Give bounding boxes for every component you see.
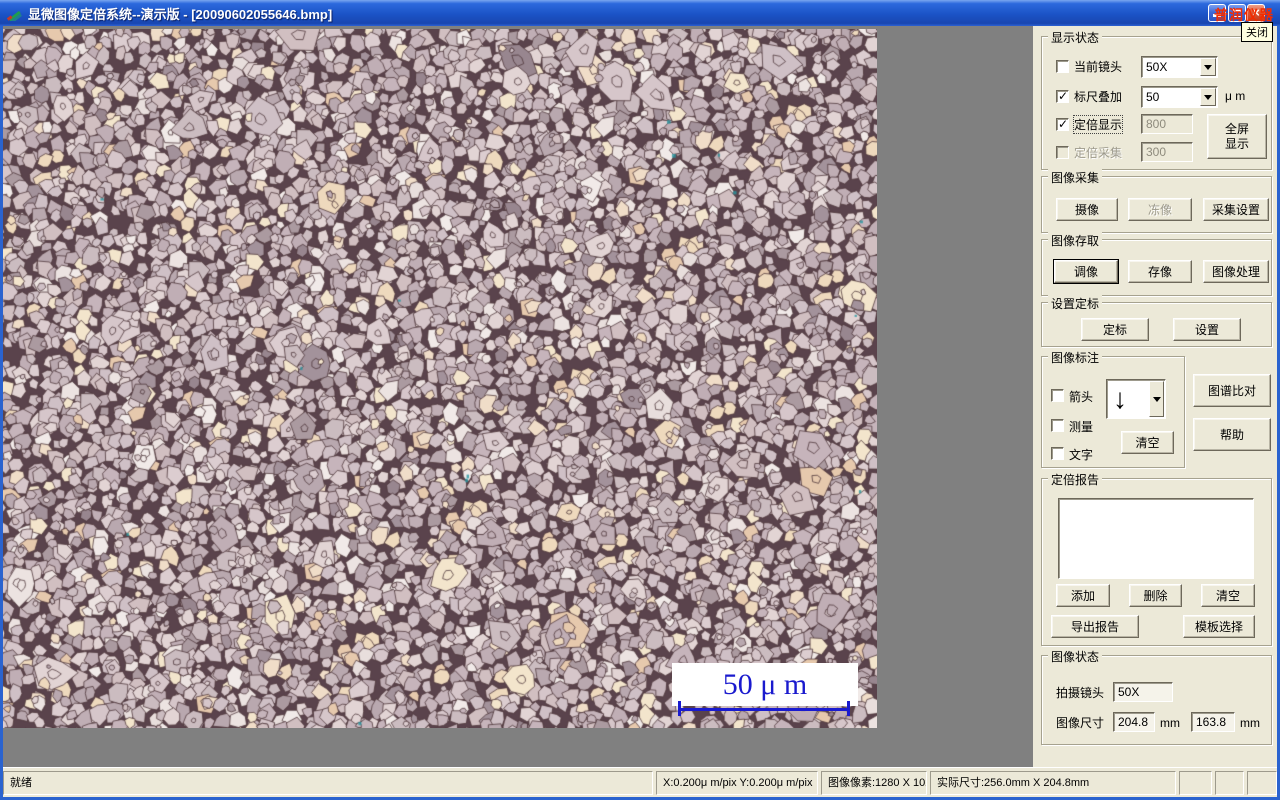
load-image-button[interactable]: 调像 bbox=[1053, 259, 1119, 284]
fullscreen-button-line1: 全屏 bbox=[1224, 121, 1249, 136]
arrow-style-combo[interactable]: ↓ bbox=[1106, 379, 1166, 419]
image-height-field: 163.8 bbox=[1191, 712, 1235, 732]
arrow-style-icon: ↓ bbox=[1113, 383, 1127, 414]
status-empty-1 bbox=[1179, 771, 1212, 795]
app-icon bbox=[7, 10, 22, 21]
group-title: 图像状态 bbox=[1048, 648, 1103, 665]
scale-bar-label: 50 μ m bbox=[672, 663, 858, 706]
group-title: 显示状态 bbox=[1048, 29, 1103, 46]
fixed-display-checkbox[interactable] bbox=[1056, 117, 1069, 131]
capture-settings-button[interactable]: 采集设置 bbox=[1203, 198, 1269, 221]
app-window: 显微图像定倍系统--演示版 - [20090602055646.bmp] × 普… bbox=[0, 0, 1280, 800]
close-tooltip: 关闭 bbox=[1241, 22, 1273, 42]
chevron-down-icon bbox=[1152, 396, 1161, 402]
current-lens-dropdown-button[interactable] bbox=[1200, 58, 1216, 76]
freeze-button: 冻像 bbox=[1128, 198, 1192, 221]
report-add-button[interactable]: 添加 bbox=[1056, 584, 1110, 607]
window-title: 显微图像定倍系统--演示版 - [20090602055646.bmp] bbox=[28, 7, 333, 22]
scale-bar-tick-left bbox=[678, 701, 681, 716]
fixed-display-label: 定倍显示 bbox=[1072, 115, 1124, 134]
chevron-down-icon bbox=[1204, 64, 1212, 70]
scale-value: 50 bbox=[1146, 90, 1160, 104]
template-select-button[interactable]: 模板选择 bbox=[1183, 615, 1255, 638]
current-lens-value: 50X bbox=[1146, 60, 1168, 74]
fixed-capture-checkbox bbox=[1056, 146, 1069, 159]
current-lens-combo[interactable]: 50X bbox=[1141, 56, 1218, 78]
image-width-field: 204.8 bbox=[1113, 712, 1155, 732]
group-title: 图像标注 bbox=[1048, 349, 1103, 366]
text-checkbox[interactable] bbox=[1051, 447, 1064, 460]
fixed-display-field: 800 bbox=[1141, 114, 1193, 134]
save-image-button[interactable]: 存像 bbox=[1128, 260, 1192, 283]
restore-icon bbox=[1233, 9, 1242, 17]
restore-button[interactable] bbox=[1228, 4, 1246, 22]
settings-button[interactable]: 设置 bbox=[1173, 318, 1241, 341]
lens-label: 拍摄镜头 bbox=[1056, 686, 1105, 700]
annotation-clear-button[interactable]: 清空 bbox=[1121, 431, 1174, 454]
title-bar: 显微图像定倍系统--演示版 - [20090602055646.bmp] × bbox=[0, 0, 1280, 26]
micrograph-area[interactable]: 50 μ m bbox=[3, 29, 877, 728]
micrograph-image[interactable] bbox=[3, 29, 877, 728]
status-bar: 就绪 X:0.200μ m/pix Y:0.200μ m/pix 图像像素:12… bbox=[3, 767, 1277, 797]
scale-overlay-checkbox[interactable] bbox=[1056, 89, 1069, 103]
fullscreen-button-line2: 显示 bbox=[1224, 136, 1249, 151]
width-unit-label: mm bbox=[1160, 716, 1180, 730]
status-empty-2 bbox=[1215, 771, 1244, 795]
scale-unit-label: μ m bbox=[1225, 89, 1246, 103]
scale-dropdown-button[interactable] bbox=[1200, 88, 1216, 106]
status-image-pixels: 图像像素:1280 X 1024 bbox=[821, 771, 927, 795]
control-panel: 显示状态 当前镜头 50X 标尺叠加 50 μ m 定倍显示 800 定倍采 bbox=[1033, 26, 1277, 767]
fixed-capture-label: 定倍采集 bbox=[1074, 146, 1123, 160]
report-clear-button[interactable]: 清空 bbox=[1201, 584, 1255, 607]
status-ready: 就绪 bbox=[3, 771, 653, 795]
arrow-label: 箭头 bbox=[1069, 390, 1094, 404]
text-label: 文字 bbox=[1069, 448, 1094, 462]
group-storage: 图像存取 调像 存像 图像处理 bbox=[1041, 232, 1272, 296]
arrow-checkbox[interactable] bbox=[1051, 389, 1064, 402]
report-listbox[interactable] bbox=[1058, 498, 1254, 579]
group-title: 图像采集 bbox=[1048, 169, 1103, 186]
group-calibration: 设置定标 定标 设置 bbox=[1041, 295, 1272, 347]
fullscreen-button[interactable]: 全屏 显示 bbox=[1207, 114, 1267, 159]
group-display-status: 显示状态 当前镜头 50X 标尺叠加 50 μ m 定倍显示 800 定倍采 bbox=[1041, 29, 1272, 170]
group-title: 设置定标 bbox=[1048, 295, 1103, 312]
scale-value-combo[interactable]: 50 bbox=[1141, 86, 1218, 108]
minimize-icon bbox=[1213, 14, 1221, 17]
minimize-button[interactable] bbox=[1208, 4, 1226, 22]
group-title: 图像存取 bbox=[1048, 232, 1103, 249]
export-report-button[interactable]: 导出报告 bbox=[1051, 615, 1139, 638]
close-button[interactable]: × bbox=[1247, 4, 1265, 22]
current-lens-checkbox[interactable] bbox=[1056, 60, 1069, 73]
close-icon: × bbox=[1252, 5, 1260, 20]
image-processing-button[interactable]: 图像处理 bbox=[1203, 260, 1269, 283]
image-size-label: 图像尺寸 bbox=[1056, 716, 1105, 730]
chevron-down-icon bbox=[1204, 94, 1212, 100]
group-title: 定倍报告 bbox=[1048, 471, 1103, 488]
status-pixel-scale: X:0.200μ m/pix Y:0.200μ m/pix bbox=[656, 771, 818, 795]
measure-label: 测量 bbox=[1069, 420, 1094, 434]
capture-button[interactable]: 摄像 bbox=[1056, 198, 1118, 221]
fixed-capture-field: 300 bbox=[1141, 142, 1193, 162]
group-annotation: 图像标注 箭头 ↓ 测量 清空 文字 bbox=[1041, 349, 1185, 468]
group-image-status: 图像状态 拍摄镜头 50X 图像尺寸 204.8 mm 163.8 mm bbox=[1041, 648, 1272, 745]
calibrate-button[interactable]: 定标 bbox=[1081, 318, 1149, 341]
current-lens-label: 当前镜头 bbox=[1074, 60, 1123, 74]
help-button[interactable]: 帮助 bbox=[1193, 418, 1271, 451]
group-report: 定倍报告 添加 删除 清空 导出报告 模板选择 bbox=[1041, 471, 1272, 646]
arrow-style-dropdown-button[interactable] bbox=[1149, 381, 1164, 417]
report-delete-button[interactable]: 删除 bbox=[1129, 584, 1182, 607]
image-viewport-background: 50 μ m 显示状态 当前镜头 50X 标尺叠加 50 bbox=[3, 26, 1277, 767]
atlas-compare-button[interactable]: 图谱比对 bbox=[1193, 374, 1271, 407]
scale-bar-tick-right bbox=[847, 701, 850, 716]
lens-value-field: 50X bbox=[1113, 682, 1173, 702]
scale-bar-line bbox=[678, 708, 850, 711]
group-capture: 图像采集 摄像 冻像 采集设置 bbox=[1041, 169, 1272, 233]
measure-checkbox[interactable] bbox=[1051, 419, 1064, 432]
status-actual-size: 实际尺寸:256.0mm X 204.8mm bbox=[930, 771, 1176, 795]
height-unit-label: mm bbox=[1240, 716, 1260, 730]
scale-overlay-label: 标尺叠加 bbox=[1074, 90, 1123, 104]
status-empty-3 bbox=[1247, 771, 1277, 795]
